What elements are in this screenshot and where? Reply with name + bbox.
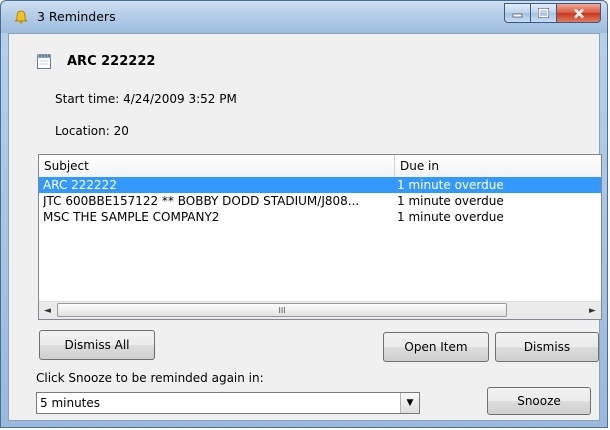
maximize-icon xyxy=(538,8,549,18)
row-subject: ARC 222222 xyxy=(43,178,117,192)
horizontal-scrollbar[interactable]: ◄ III ► xyxy=(39,301,601,319)
reminder-panel: ARC 222222 Start time: 4/24/2009 3:52 PM… xyxy=(8,33,602,421)
list-header: Subject Due in xyxy=(39,155,601,178)
list-row[interactable]: MSC THE SAMPLE COMPANY2 1 minute overdue xyxy=(39,209,601,225)
reminder-item-title: ARC 222222 xyxy=(67,54,156,69)
bell-icon xyxy=(14,10,28,24)
title-bar[interactable]: 3 Reminders xyxy=(1,1,607,33)
dismiss-all-button[interactable]: Dismiss All xyxy=(39,330,155,360)
appointment-icon xyxy=(37,54,51,69)
minimize-icon xyxy=(512,13,523,18)
snooze-duration-select[interactable]: 5 minutes ▼ xyxy=(36,392,420,414)
list-row[interactable]: JTC 600BBE157122 ** BOBBY DODD STADIUM/J… xyxy=(39,193,601,209)
column-header-subject[interactable]: Subject xyxy=(39,155,395,177)
chevron-down-icon[interactable]: ▼ xyxy=(400,393,419,413)
scroll-right-icon[interactable]: ► xyxy=(584,302,601,319)
row-due: 1 minute overdue xyxy=(397,194,504,208)
row-due: 1 minute overdue xyxy=(397,210,504,224)
maximize-button[interactable] xyxy=(531,3,557,23)
start-time: Start time: 4/24/2009 3:52 PM xyxy=(55,92,237,106)
scroll-thumb[interactable]: III xyxy=(57,303,507,317)
row-due: 1 minute overdue xyxy=(397,178,504,192)
reminders-list[interactable]: Subject Due in ARC 222222 1 minute overd… xyxy=(38,154,602,320)
open-item-button[interactable]: Open Item xyxy=(383,332,489,362)
snooze-button[interactable]: Snooze xyxy=(487,387,591,415)
minimize-button[interactable] xyxy=(504,3,531,23)
close-icon xyxy=(573,8,584,18)
row-subject: MSC THE SAMPLE COMPANY2 xyxy=(43,210,220,224)
scroll-left-icon[interactable]: ◄ xyxy=(39,302,56,319)
reminders-window: 3 Reminders ARC 222222 Start time: 4/24/… xyxy=(0,0,608,428)
window-controls xyxy=(504,3,601,25)
location: Location: 20 xyxy=(55,124,129,138)
column-header-due-in[interactable]: Due in xyxy=(395,155,601,177)
snooze-label: Click Snooze to be reminded again in: xyxy=(36,371,264,385)
list-row[interactable]: ARC 222222 1 minute overdue xyxy=(39,177,601,193)
window-title: 3 Reminders xyxy=(37,9,116,24)
dismiss-button[interactable]: Dismiss xyxy=(495,332,599,362)
close-button[interactable] xyxy=(557,3,601,23)
snooze-duration-value: 5 minutes xyxy=(40,396,101,410)
list-rows: ARC 222222 1 minute overdue JTC 600BBE15… xyxy=(39,177,601,225)
row-subject: JTC 600BBE157122 ** BOBBY DODD STADIUM/J… xyxy=(43,194,360,208)
